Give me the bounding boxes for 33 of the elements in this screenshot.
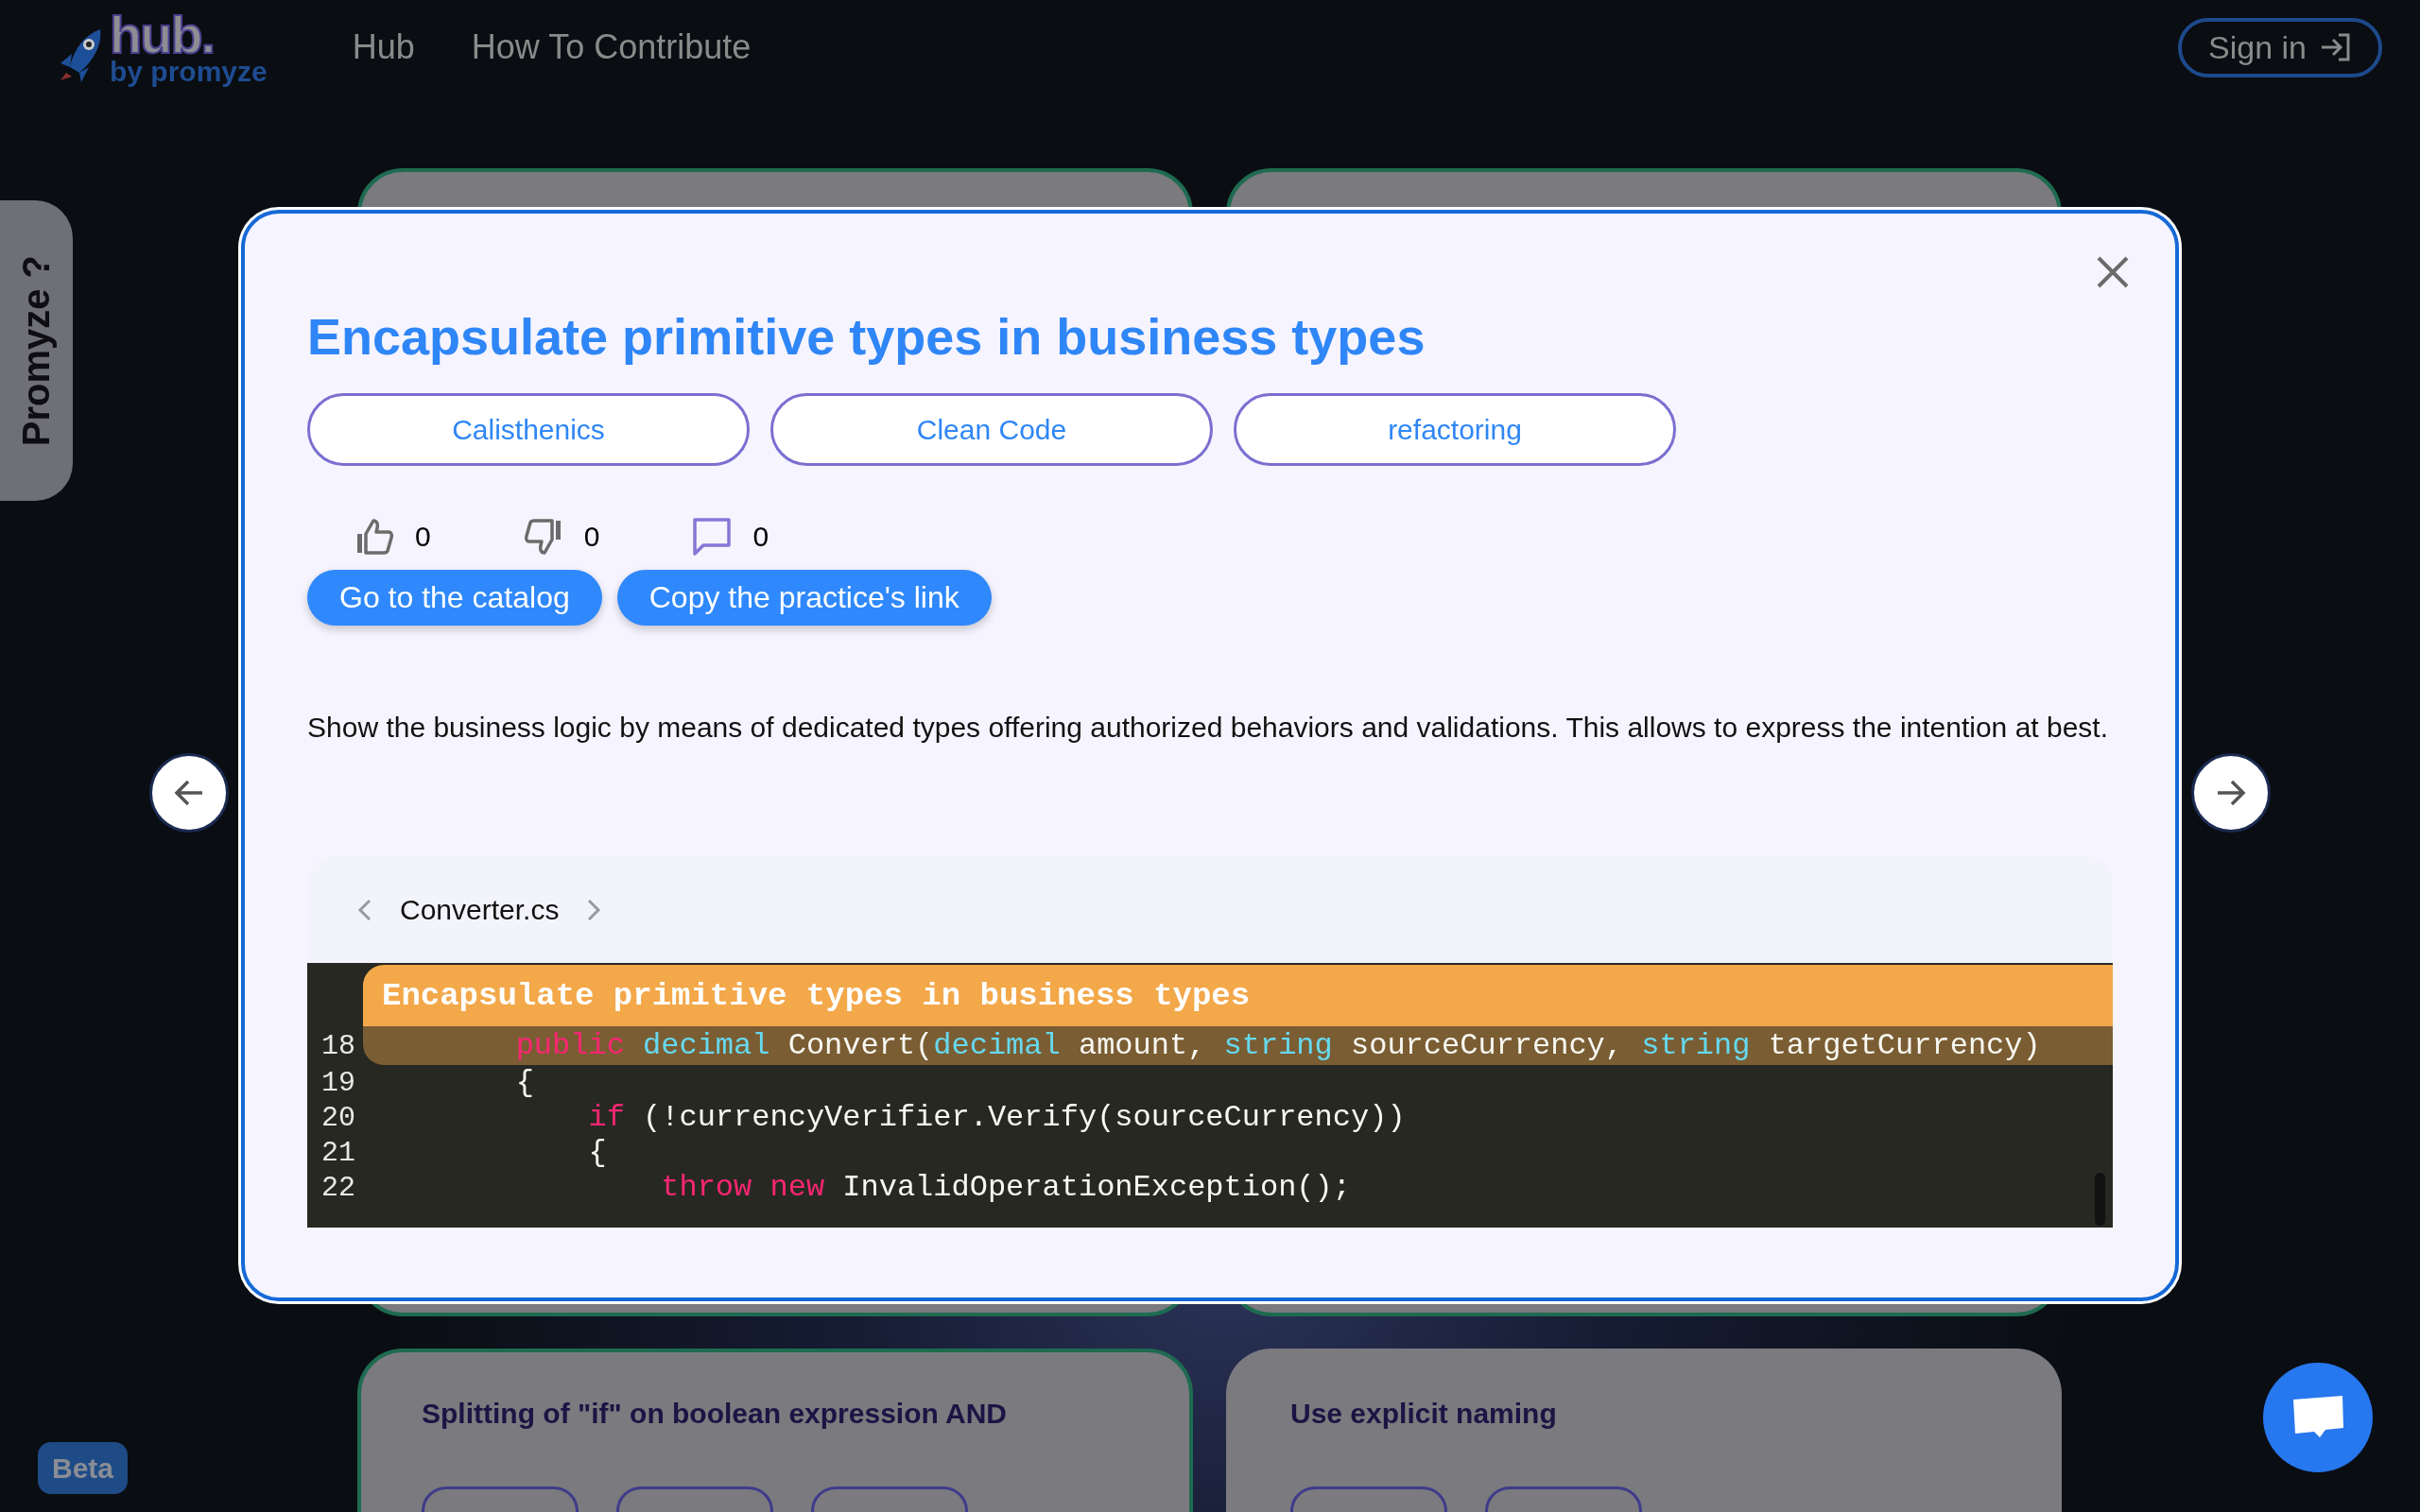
description-text: Show the business logic by means of dedicated types offering authorized behaviors and validations. This allows to express the intention at best.	[307, 711, 2110, 745]
action-button[interactable]: Go to the catalog	[307, 570, 602, 626]
line-number: 18	[320, 1029, 356, 1062]
count-label: 0	[415, 521, 431, 553]
card-title: Use explicit naming	[1290, 1398, 1558, 1430]
action-button[interactable]: Copy the practice's link	[616, 570, 992, 626]
sign-in-icon	[2320, 31, 2352, 63]
close-icon[interactable]	[2096, 255, 2130, 289]
code-line: throw new InvalidOperationException();	[660, 1170, 1352, 1205]
thumbs-down-icon[interactable]	[523, 517, 563, 557]
line-number: 20	[320, 1101, 356, 1134]
nav-link[interactable]: How To Contribute	[471, 27, 752, 67]
beta-badge: Beta	[38, 1442, 128, 1494]
practice-title: Encapsulate primitive types in business types	[307, 308, 1426, 365]
count-label: 0	[752, 521, 769, 553]
card-title: Splitting of "if" on boolean expression AND	[422, 1398, 1008, 1430]
tag-button[interactable]: Calisthenics	[307, 393, 750, 466]
file-name: Converter.cs	[399, 893, 561, 926]
tag-button[interactable]: Clean Code	[770, 393, 1213, 466]
thumbs-up-icon[interactable]	[354, 517, 394, 557]
count-label: 0	[583, 521, 600, 553]
code-line: if (!currencyVerifier.Verify(sourceCurrency))	[587, 1100, 1407, 1135]
annotation-banner: Encapsulate primitive types in business types	[363, 965, 2113, 1026]
line-number: 19	[320, 1066, 356, 1099]
code-line: {	[587, 1135, 608, 1170]
code-line: {	[514, 1065, 535, 1100]
side-tab[interactable]: Promyze ?	[0, 200, 73, 501]
line-number: 22	[320, 1171, 356, 1204]
sign-in-button[interactable]: Sign in	[2178, 17, 2382, 77]
nav-link[interactable]: Hub	[352, 27, 415, 67]
speech-bubble-icon[interactable]	[692, 517, 733, 557]
line-number: 21	[320, 1136, 356, 1169]
tag-button[interactable]: refactoring	[1234, 393, 1676, 466]
